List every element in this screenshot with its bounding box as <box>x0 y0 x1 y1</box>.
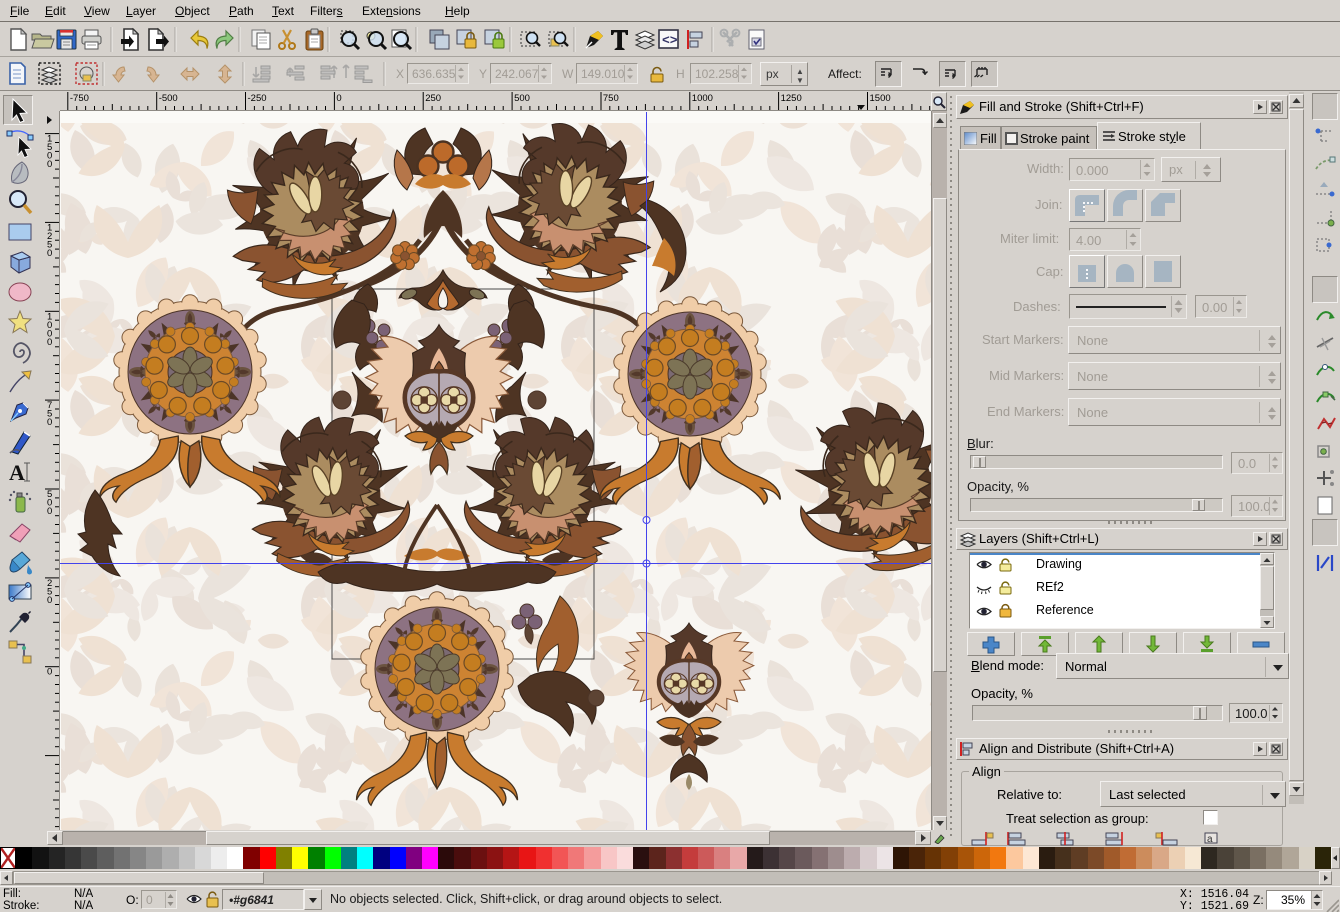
svg-text:-500: -500 <box>159 93 178 104</box>
svg-text:500: 500 <box>514 93 530 104</box>
svg-text:0: 0 <box>47 337 52 348</box>
svg-text:750: 750 <box>603 93 619 104</box>
svg-text:250: 250 <box>425 93 441 104</box>
svg-text:<>: <> <box>662 33 678 48</box>
svg-text:-750: -750 <box>70 93 89 104</box>
svg-text:0: 0 <box>47 248 52 259</box>
svg-text:0: 0 <box>336 93 341 104</box>
svg-text:0: 0 <box>47 667 52 678</box>
svg-text:A: A <box>9 460 25 485</box>
svg-text:1000: 1000 <box>692 93 713 104</box>
svg-text:0: 0 <box>47 417 52 428</box>
svg-text:-250: -250 <box>248 93 267 104</box>
svg-text:1250: 1250 <box>781 93 802 104</box>
svg-text:0: 0 <box>47 159 52 170</box>
svg-text:0: 0 <box>47 506 52 517</box>
svg-text:a: a <box>1207 834 1213 845</box>
svg-text:0: 0 <box>47 595 52 606</box>
svg-text:1500: 1500 <box>870 93 891 104</box>
